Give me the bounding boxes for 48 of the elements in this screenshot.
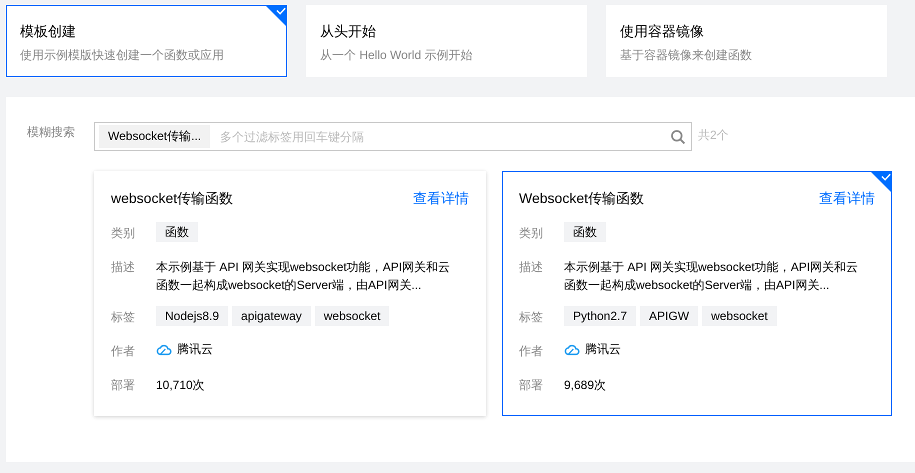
field-label: 标签 (519, 309, 544, 326)
field-label: 类别 (519, 225, 544, 242)
field-label: 描述 (519, 259, 544, 276)
cloud-icon (564, 342, 580, 356)
mode-description: 从一个 Hello World 示例开始 (320, 47, 474, 64)
cloud-icon (156, 342, 172, 356)
details-link[interactable]: 查看详情 (819, 190, 875, 208)
tag-chip: apigateway (232, 306, 311, 326)
field-value: 本示例基于 API 网关实现websocket功能，API网关和云函数一起构成websocket的Server端，由API网关... (156, 259, 452, 294)
tag-chip: 函数 (156, 222, 198, 242)
mode-description: 基于容器镜像来创建函数 (620, 47, 753, 64)
mode-title: 模板创建 (20, 23, 77, 41)
template-card[interactable]: websocket传输函数 查看详情 类别 函数 描述 本示例基于 API 网关实现websocket功能，API网关和云函数一起构成websocket的Server端，由API网关... 标签 Nodejs8.9 apigateway websocket 作者 腾讯云 部署 10,710次 (94, 171, 486, 416)
template-card[interactable]: Websocket传输函数 查看详情 类别 函数 描述 本示例基于 API 网关实现websocket功能，API网关和云函数一起构成websocket的Server端，由API网关... 标签 Python2.7 APIGW websocket 作者 腾讯云 部署 9,689次 (502, 171, 892, 416)
template-title: Websocket传输函数 (519, 190, 644, 208)
tag-chip: APIGW (640, 306, 698, 326)
field-value: 本示例基于 API 网关实现websocket功能，API网关和云函数一起构成websocket的Server端，由API网关... (564, 259, 860, 294)
field-label: 作者 (111, 343, 136, 360)
tag-chip: websocket (702, 306, 777, 326)
tag-chip: Python2.7 (564, 306, 636, 326)
template-title: websocket传输函数 (111, 190, 234, 208)
check-corner-icon (265, 5, 287, 27)
field-label: 作者 (519, 343, 544, 360)
check-corner-icon (870, 171, 892, 193)
mode-title: 使用容器镜像 (620, 23, 705, 41)
field-label: 部署 (519, 377, 544, 394)
mode-card[interactable]: 从头开始 从一个 Hello World 示例开始 (306, 5, 587, 77)
result-count: 共2个 (698, 127, 729, 144)
mode-card[interactable]: 模板创建 使用示例模版快速创建一个函数或应用 (6, 5, 287, 77)
author-name: 腾讯云 (177, 341, 213, 358)
field-value: 10,710次 (156, 377, 206, 394)
search-icon[interactable] (670, 128, 686, 144)
mode-description: 使用示例模版快速创建一个函数或应用 (20, 47, 225, 64)
tag-chip: 函数 (564, 222, 606, 242)
author-name: 腾讯云 (585, 341, 621, 358)
field-label: 部署 (111, 377, 136, 394)
field-label: 类别 (111, 225, 136, 242)
field-label: 描述 (111, 259, 136, 276)
mode-card[interactable]: 使用容器镜像 基于容器镜像来创建函数 (606, 5, 887, 77)
search-field[interactable]: Websocket传输... 多个过滤标签用回车键分隔 (94, 122, 692, 151)
field-value: 9,689次 (564, 377, 608, 394)
mode-title: 从头开始 (320, 23, 377, 41)
field-label: 标签 (111, 309, 136, 326)
tag-chip: websocket (314, 306, 390, 326)
details-link[interactable]: 查看详情 (413, 190, 469, 208)
tag-chip: Nodejs8.9 (156, 306, 228, 326)
filter-tag[interactable]: Websocket传输... (99, 125, 210, 148)
search-label: 模糊搜索 (27, 124, 76, 141)
